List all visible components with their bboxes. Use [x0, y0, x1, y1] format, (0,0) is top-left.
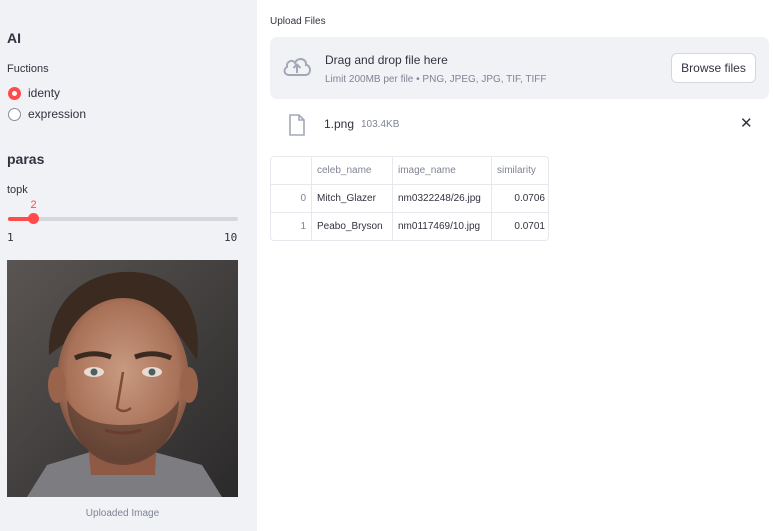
app-window: AI Fuctions identy expression paras topk…: [0, 0, 773, 531]
slider-max-label: 10: [224, 231, 238, 244]
file-name: 1.png: [324, 117, 355, 131]
browse-files-button[interactable]: Browse files: [671, 53, 756, 83]
uploaded-file-row: 1.png 103.4KB ✕: [288, 114, 758, 136]
params-title: paras: [7, 151, 45, 167]
upload-files-label: Upload Files: [270, 16, 326, 27]
topk-slider-track[interactable]: [8, 217, 238, 221]
table-cell: nm0322248/26.jpg: [393, 185, 492, 213]
table-cell: 0: [271, 185, 312, 213]
radio-option-label: expression: [28, 107, 87, 121]
table-cell: 0.0706: [514, 193, 545, 204]
topk-slider-thumb[interactable]: [28, 213, 40, 224]
file-icon: [288, 114, 306, 141]
table-row: 1 Peabo_Bryson nm0117469/10.jpg 0.0701: [271, 213, 548, 240]
topk-label: topk: [7, 184, 28, 196]
close-icon[interactable]: ✕: [740, 114, 753, 132]
sidebar-title: AI: [7, 30, 21, 46]
radio-option-expression[interactable]: expression: [8, 107, 86, 121]
table-cell: Mitch_Glazer: [312, 185, 393, 213]
table-cell: nm0117469/10.jpg: [393, 213, 492, 240]
radio-option-label: identy: [28, 86, 61, 100]
results-table: celeb_name image_name similarity 0 Mitch…: [270, 156, 549, 241]
table-cell: 0.0701: [514, 221, 545, 232]
column-header[interactable]: image_name: [393, 157, 492, 185]
table-cell: 1: [271, 213, 312, 240]
column-header[interactable]: [271, 157, 312, 185]
dropzone-title: Drag and drop file here: [325, 53, 448, 67]
dropzone-subtitle: Limit 200MB per file • PNG, JPEG, JPG, T…: [325, 74, 547, 85]
file-dropzone[interactable]: Drag and drop file here Limit 200MB per …: [270, 37, 769, 99]
functions-label: Fuctions: [7, 63, 49, 75]
radio-unselected-indicator[interactable]: [8, 107, 21, 121]
file-size: 103.4KB: [361, 119, 400, 130]
table-header-row: celeb_name image_name similarity: [271, 157, 548, 185]
radio-selected-indicator[interactable]: [8, 86, 21, 100]
cloud-upload-icon: [282, 55, 312, 84]
radio-option-identy[interactable]: identy: [8, 86, 60, 100]
slider-value: 2: [30, 199, 37, 211]
image-caption: Uploaded Image: [85, 508, 160, 519]
table-row: 0 Mitch_Glazer nm0322248/26.jpg 0.0706: [271, 185, 548, 213]
column-header[interactable]: celeb_name: [312, 157, 393, 185]
uploaded-image: [7, 260, 238, 497]
slider-min-label: 1: [7, 231, 14, 244]
table-cell: Peabo_Bryson: [312, 213, 393, 240]
column-header[interactable]: similarity: [492, 157, 548, 185]
sidebar: AI Fuctions identy expression paras topk…: [0, 0, 257, 531]
